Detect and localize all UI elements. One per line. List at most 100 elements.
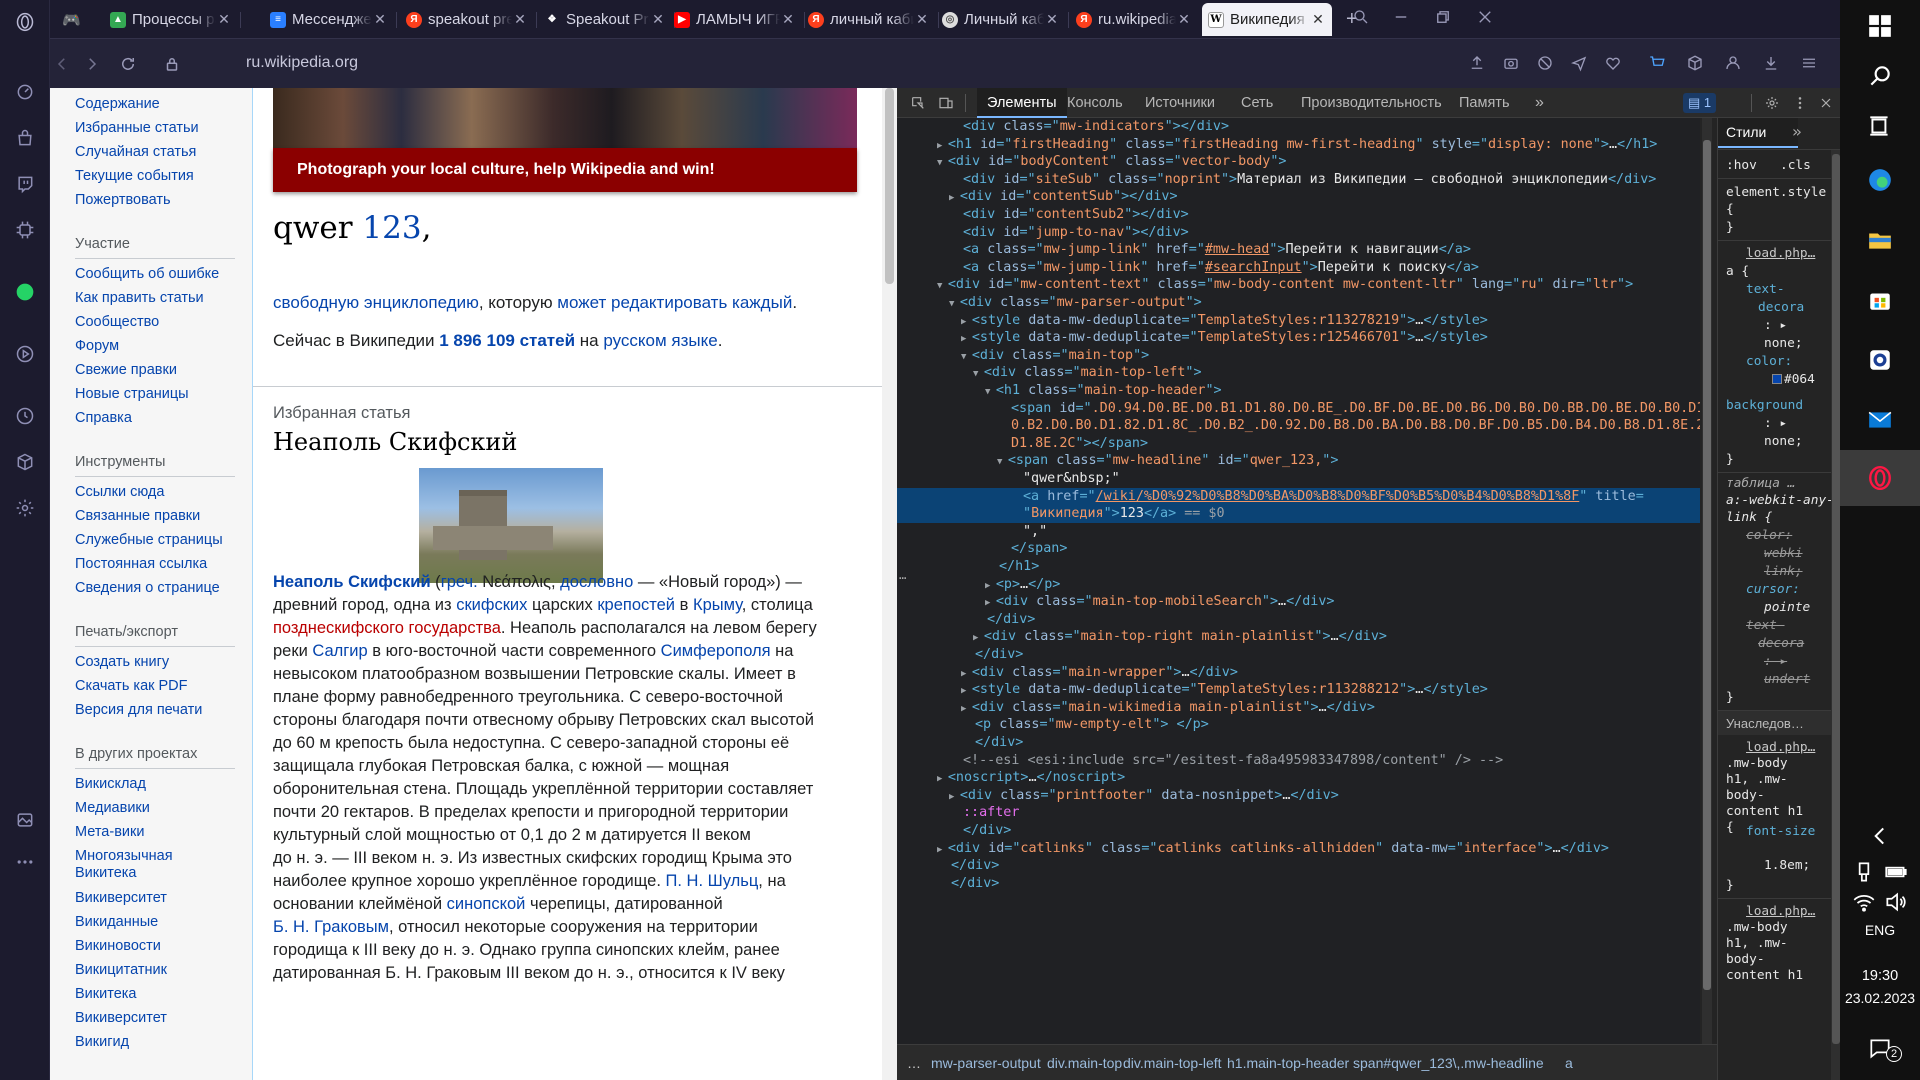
rule-source-link[interactable]: load.php… [1746, 904, 1815, 919]
reload-button[interactable] [116, 52, 140, 76]
wiki-nav-link[interactable]: Викигид [75, 1034, 129, 1050]
dom-expand-toggle[interactable]: ▶ [961, 704, 972, 714]
russian-language-link[interactable]: русском языке [603, 331, 717, 350]
wiki-nav-link[interactable]: Содержание [75, 96, 160, 112]
dom-expand-toggle[interactable]: ▼ [937, 158, 948, 168]
anyone-edit-link[interactable]: может редактировать каждый [557, 293, 792, 312]
dom-node-line[interactable]: </div> [897, 875, 1700, 893]
camera-app-icon[interactable] [1860, 340, 1900, 380]
breadcrumb-item[interactable]: h1.main-top-header [1227, 1045, 1349, 1080]
wiki-nav-link[interactable]: Пожертвовать [75, 192, 171, 208]
dom-node-line[interactable]: ▶ <h1 id="firstHeading" class="firstHead… [897, 136, 1700, 154]
dom-node-line[interactable]: ▶ <div class="printfooter" data-nosnippe… [897, 787, 1700, 805]
close-tab-icon[interactable]: ✕ [650, 11, 666, 28]
dom-expand-toggle[interactable]: ▼ [985, 387, 996, 397]
dom-node-line[interactable]: </div> [897, 611, 1700, 629]
inspect-element-icon[interactable] [909, 94, 927, 112]
article-link[interactable]: Б. Н. Граковым [273, 918, 389, 936]
wiki-nav-link[interactable]: Создать книгу [75, 654, 169, 670]
dom-node-line[interactable]: </div> [897, 646, 1700, 664]
dom-node-line[interactable]: ▶ <noscript>…</noscript> [897, 769, 1700, 787]
opera-logo-icon[interactable] [13, 10, 37, 34]
dom-node-line[interactable]: ▼ <div class="main-top-left"> [897, 364, 1700, 382]
dom-node-line[interactable]: </div> [897, 857, 1700, 875]
wiki-nav-link[interactable]: Ссылки сюда [75, 484, 164, 500]
cart-icon[interactable] [1646, 52, 1668, 74]
breadcrumb-item[interactable]: … [907, 1045, 921, 1080]
dom-node-line[interactable]: ▼ <div id="mw-content-text" class="mw-bo… [897, 276, 1700, 294]
dom-node-line[interactable]: </span> [897, 540, 1700, 558]
adblock-icon[interactable] [1534, 52, 1556, 74]
article-link[interactable]: Крыму [693, 596, 742, 614]
dom-node-line[interactable]: </div> [897, 822, 1700, 840]
dom-expand-toggle[interactable]: ▶ [973, 633, 984, 643]
dom-node-line[interactable]: ▶ <style data-mw-deduplicate="TemplateSt… [897, 329, 1700, 347]
dom-node-line[interactable]: 0.B2.D0.B0.D1.82.D1.8C_.D0.B2_.D0.92.D0.… [897, 417, 1700, 435]
wiki-nav-link[interactable]: Связанные правки [75, 508, 200, 524]
dom-node-line[interactable]: ▶ <div class="main-wikimedia main-plainl… [897, 699, 1700, 717]
tab-elements[interactable]: Элементы [977, 88, 1067, 118]
dom-expand-toggle[interactable]: ▶ [961, 669, 972, 679]
wiki-nav-link[interactable]: Викиданные [75, 914, 158, 930]
account-icon[interactable] [1722, 52, 1744, 74]
element-style-rule[interactable]: element.style { [1726, 184, 1836, 218]
dom-node-line[interactable]: "," [897, 523, 1700, 541]
devtools-close-icon[interactable] [1817, 94, 1835, 112]
workspace-gamepad-icon[interactable]: 🎮 [56, 3, 106, 36]
dom-node-line[interactable]: ▼ <span class="mw-headline" id="qwer_123… [897, 452, 1700, 470]
dom-node-line[interactable]: ▶ <div id="contentSub"></div> [897, 188, 1700, 206]
dom-expand-toggle[interactable]: ▶ [949, 193, 960, 203]
wiki-nav-link[interactable]: Викиверситет [75, 890, 167, 906]
rule-source-link[interactable]: load.php… [1746, 246, 1815, 261]
dom-expand-toggle[interactable]: ▼ [937, 281, 948, 291]
article-link[interactable]: скифских [456, 596, 527, 614]
dom-expand-toggle[interactable]: ▼ [949, 299, 960, 309]
rule-selector[interactable]: a { [1726, 264, 1749, 279]
language-indicator[interactable]: ENG [1840, 922, 1920, 938]
tab-6[interactable]: ◎ Личный кабин ✕ [936, 3, 1066, 36]
tab-0[interactable]: ▲ Процессы разр ✕ [104, 3, 238, 36]
breadcrumb-item[interactable]: div.main-top-left [1123, 1045, 1222, 1080]
style-prop[interactable]: font-size [1746, 824, 1815, 839]
close-tab-icon[interactable]: ✕ [512, 11, 528, 28]
article-count-link[interactable]: 1 896 109 статей [439, 331, 575, 350]
dom-expand-toggle[interactable]: ▶ [961, 334, 972, 344]
style-value[interactable]: #064 [1784, 372, 1815, 387]
dom-scrollbar-thumb[interactable] [1703, 140, 1711, 990]
featured-image[interactable] [419, 468, 603, 583]
close-tab-icon[interactable]: ✕ [216, 11, 232, 28]
article-link[interactable]: дословно [560, 573, 633, 591]
dom-node-line[interactable]: ▼ <div class="mw-parser-output"> [897, 294, 1700, 312]
dom-expand-toggle[interactable]: ▶ [961, 686, 972, 696]
wiki-nav-link[interactable]: Многоязычная [75, 848, 173, 864]
dom-expand-toggle[interactable]: ▼ [961, 352, 972, 362]
mail-icon[interactable] [1860, 400, 1900, 440]
dom-expand-toggle[interactable]: ▼ [997, 457, 1008, 467]
search-icon[interactable] [1860, 56, 1900, 96]
dom-expand-toggle[interactable]: ▶ [961, 317, 972, 327]
extensions-icon[interactable] [13, 450, 37, 474]
wiki-nav-link[interactable]: Как править статьи [75, 290, 204, 306]
dom-node-line[interactable]: <!--esi <esi:include src="/esitest-fa8a4… [897, 752, 1700, 770]
wiki-nav-link[interactable]: Медиавики [75, 800, 150, 816]
history-icon[interactable] [13, 404, 37, 428]
tab-4[interactable]: ▶ ЛАМЫЧ ИГРАЕ ✕ [668, 3, 802, 36]
file-explorer-icon[interactable] [1860, 220, 1900, 260]
tab-2[interactable]: Я speakout pre-in ✕ [400, 3, 534, 36]
wiki-nav-link[interactable]: Новые страницы [75, 386, 189, 402]
article-link[interactable]: Неаполь Скифский [273, 573, 431, 591]
pinboard-icon[interactable] [13, 808, 37, 832]
edge-icon[interactable] [1860, 160, 1900, 200]
rule-source-link[interactable]: load.php… [1746, 740, 1815, 755]
twitch-icon[interactable] [13, 172, 37, 196]
close-tab-icon[interactable]: ✕ [1176, 11, 1192, 28]
cls-toggle[interactable]: .cls [1780, 158, 1811, 173]
dom-expand-toggle[interactable]: ▼ [973, 369, 984, 379]
device-toolbar-icon[interactable] [937, 94, 955, 112]
dom-expand-toggle[interactable]: ▶ [937, 774, 948, 784]
wiki-nav-link[interactable]: Версия для печати [75, 702, 202, 718]
player-icon[interactable] [13, 342, 37, 366]
banner-photo[interactable] [273, 88, 857, 148]
issues-badge[interactable]: ▤ 1 [1683, 93, 1717, 113]
restore-icon[interactable] [1432, 6, 1454, 28]
